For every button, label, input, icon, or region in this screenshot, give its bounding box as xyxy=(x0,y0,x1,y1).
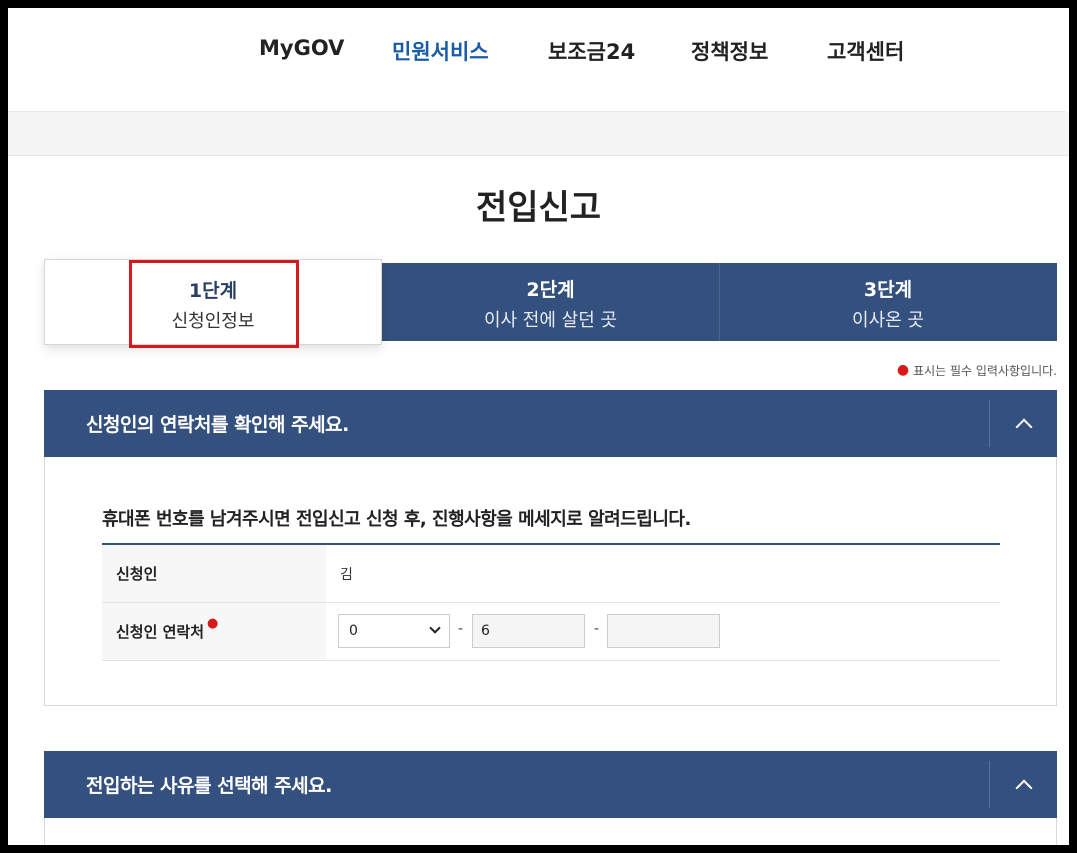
chevron-up-icon xyxy=(1015,418,1032,435)
required-note-text: 표시는 필수 입력사항입니다. xyxy=(913,364,1057,378)
nav-item-mygov[interactable]: MyGOV xyxy=(259,36,344,60)
required-dot-icon: ● xyxy=(896,362,910,378)
step-indicator: 1단계 신청인정보 2단계 이사 전에 살던 곳 3단계 이사온 곳 xyxy=(44,259,1057,345)
phone-middle-input[interactable]: 6 xyxy=(472,614,585,648)
step-2[interactable]: 2단계 이사 전에 살던 곳 xyxy=(382,263,719,341)
contact-label: 신청인 연락처 ● xyxy=(102,603,326,660)
step-3-number: 3단계 xyxy=(863,279,913,301)
nav-item-subsidy24[interactable]: 보조금24 xyxy=(548,36,635,66)
phone-dash: - xyxy=(594,621,600,637)
top-navigation: MyGOV 민원서비스 보조금24 정책정보 고객센터 xyxy=(8,8,1066,112)
info-message: 휴대폰 번호를 남겨주시면 전입신고 신청 후, 진행사항을 메세지로 알려드립… xyxy=(102,509,691,530)
required-note: ● 표시는 필수 입력사항입니다. xyxy=(897,362,1057,379)
section-move-reason-header: 전입하는 사유를 선택해 주세요. xyxy=(44,751,1057,818)
breadcrumb-bar xyxy=(8,112,1070,156)
applicant-form: 신청인 김 신청인 연락처 ● 0 - 6 - xyxy=(102,543,1000,661)
step-1-label: 신청인정보 xyxy=(171,311,255,332)
step-2-number: 2단계 xyxy=(526,279,575,301)
collapse-button[interactable] xyxy=(990,751,1057,818)
step-1-number: 1단계 xyxy=(188,280,238,302)
phone-prefix-select[interactable]: 0 xyxy=(338,614,450,648)
applicant-value: 김 xyxy=(340,566,353,583)
chevron-down-icon xyxy=(429,622,441,634)
nav-item-civil-service[interactable]: 민원서비스 xyxy=(392,36,489,66)
form-row-contact: 신청인 연락처 ● 0 - 6 - xyxy=(102,603,1000,661)
chevron-up-icon xyxy=(1015,779,1032,796)
step-3-label: 이사온 곳 xyxy=(852,310,924,331)
section-title: 신청인의 연락처를 확인해 주세요. xyxy=(86,414,349,436)
phone-prefix-value: 0 xyxy=(349,623,358,639)
contact-label-text: 신청인 연락처 xyxy=(116,623,205,641)
section-move-reason-body xyxy=(44,818,1057,848)
applicant-label: 신청인 xyxy=(102,545,326,602)
section-title: 전입하는 사유를 선택해 주세요. xyxy=(86,775,332,797)
step-1[interactable]: 1단계 신청인정보 xyxy=(44,259,382,345)
phone-last-input[interactable] xyxy=(607,614,720,648)
nav-item-customer-center[interactable]: 고객센터 xyxy=(827,36,904,66)
phone-dash: - xyxy=(458,621,464,637)
form-row-applicant: 신청인 김 xyxy=(102,545,1000,603)
nav-item-policy-info[interactable]: 정책정보 xyxy=(691,36,768,66)
step-3[interactable]: 3단계 이사온 곳 xyxy=(719,263,1057,341)
step-2-label: 이사 전에 살던 곳 xyxy=(483,310,618,331)
section-applicant-contact-header: 신청인의 연락처를 확인해 주세요. xyxy=(44,390,1057,457)
step-divider xyxy=(719,263,720,341)
required-dot-icon: ● xyxy=(207,616,219,631)
page-title: 전입신고 xyxy=(475,188,602,228)
collapse-button[interactable] xyxy=(990,390,1057,457)
